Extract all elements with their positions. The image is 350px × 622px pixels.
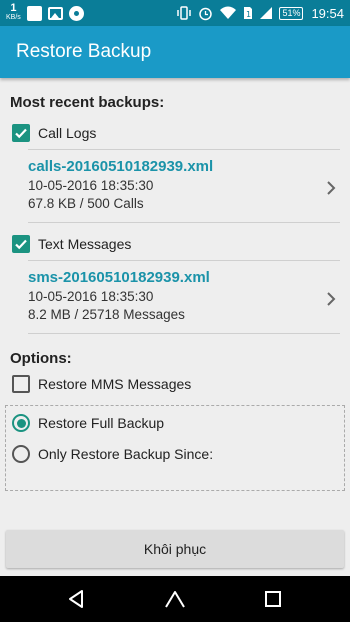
call-logs-label: Call Logs bbox=[38, 125, 97, 141]
clock: 19:54 bbox=[311, 5, 344, 21]
call-logs-checkbox[interactable] bbox=[12, 124, 30, 142]
since-label: Only Restore Backup Since: bbox=[38, 446, 214, 462]
call-logs-date: 10-05-2016 18:35:30 bbox=[28, 178, 154, 193]
call-logs-file-name: calls-20160510182939.xml bbox=[28, 158, 214, 175]
restore-button[interactable]: Khôi phục bbox=[6, 530, 344, 568]
app-bar: Restore Backup bbox=[0, 26, 350, 78]
check-icon bbox=[15, 128, 27, 139]
alarm-icon bbox=[199, 7, 213, 20]
radio-selected-dot bbox=[16, 418, 26, 428]
options-heading: Options: bbox=[10, 350, 72, 367]
divider bbox=[28, 149, 340, 150]
full-backup-label: Restore Full Backup bbox=[38, 415, 165, 431]
svg-text:1: 1 bbox=[246, 10, 251, 19]
network-speed-unit: KB/s bbox=[6, 14, 21, 21]
check-icon bbox=[15, 239, 27, 250]
text-messages-checkbox[interactable] bbox=[12, 235, 30, 253]
disc-icon bbox=[68, 5, 84, 21]
text-messages-size: 8.2 MB / 25718 Messages bbox=[28, 307, 185, 322]
navigation-bar bbox=[0, 576, 350, 622]
restore-mode-group: Restore Full Backup Only Restore Backup … bbox=[5, 405, 345, 491]
since-radio-row[interactable]: Only Restore Backup Since: bbox=[12, 443, 213, 465]
since-radio[interactable] bbox=[12, 445, 30, 463]
status-right-icons: 1 51% 19:54 bbox=[176, 2, 344, 24]
divider bbox=[28, 260, 340, 261]
call-logs-backup-item[interactable]: calls-20160510182939.xml 10-05-2016 18:3… bbox=[28, 158, 340, 218]
status-bar: 1 KB/s 1 51% 19:54 bbox=[0, 0, 350, 26]
text-messages-checkbox-row[interactable]: Text Messages bbox=[12, 234, 131, 254]
notification-square-icon bbox=[26, 5, 42, 21]
wifi-icon bbox=[220, 6, 237, 19]
back-triangle-icon bbox=[69, 590, 83, 608]
full-backup-radio[interactable] bbox=[12, 414, 30, 432]
vibrate-icon bbox=[177, 6, 192, 20]
recent-backups-heading: Most recent backups: bbox=[10, 94, 165, 111]
text-messages-label: Text Messages bbox=[38, 236, 132, 252]
signal-icon bbox=[260, 7, 273, 19]
call-logs-size: 67.8 KB / 500 Calls bbox=[28, 196, 144, 211]
status-left-icons: 1 KB/s bbox=[6, 2, 84, 24]
home-button[interactable] bbox=[164, 588, 186, 610]
call-logs-checkbox-row[interactable]: Call Logs bbox=[12, 123, 96, 143]
text-messages-backup-item[interactable]: sms-20160510182939.xml 10-05-2016 18:35:… bbox=[28, 269, 340, 329]
network-speed-value: 1 bbox=[10, 2, 17, 14]
divider bbox=[28, 333, 340, 334]
restore-mms-checkbox-row[interactable]: Restore MMS Messages bbox=[12, 374, 191, 394]
divider bbox=[28, 222, 340, 223]
text-messages-file-name: sms-20160510182939.xml bbox=[28, 269, 210, 286]
chevron-right-icon bbox=[327, 292, 336, 306]
sim-icon: 1 bbox=[244, 7, 253, 19]
recents-button[interactable] bbox=[262, 588, 284, 610]
chevron-right-icon bbox=[327, 181, 336, 195]
home-icon bbox=[165, 591, 185, 608]
network-speed: 1 KB/s bbox=[6, 2, 21, 22]
battery-icon: 51% bbox=[279, 6, 304, 20]
recents-square-icon bbox=[265, 591, 281, 607]
back-button[interactable] bbox=[66, 588, 88, 610]
image-icon bbox=[47, 6, 63, 20]
restore-mms-label: Restore MMS Messages bbox=[38, 376, 192, 392]
restore-mms-checkbox[interactable] bbox=[12, 375, 30, 393]
page-title: Restore Backup bbox=[16, 41, 152, 62]
text-messages-date: 10-05-2016 18:35:30 bbox=[28, 289, 154, 304]
full-backup-radio-row[interactable]: Restore Full Backup bbox=[12, 412, 164, 434]
